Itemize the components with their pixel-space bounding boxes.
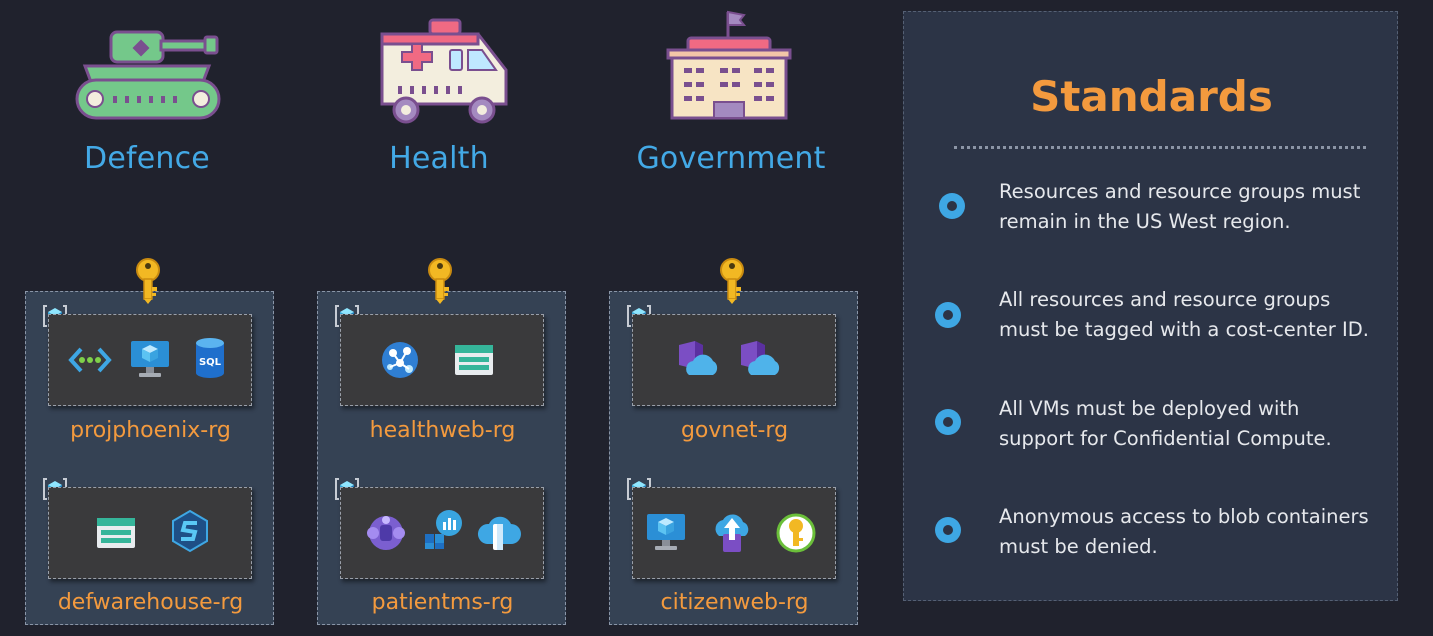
standard-item: All resources and resource groups must b… (999, 288, 1369, 341)
category-label-health: Health (389, 141, 489, 176)
key-icon (717, 257, 747, 305)
standards-title: Standards (1030, 72, 1273, 121)
resource-group-box-patientms[interactable] (340, 487, 544, 579)
key-vault-icon (776, 513, 816, 553)
resource-group-label: patientms-rg (371, 590, 514, 615)
bullet-icon (939, 193, 965, 219)
cloud-service-icon (679, 341, 718, 375)
sql-database-icon: SQL (196, 338, 224, 378)
api-connection-icon (477, 516, 521, 550)
cloud-service-icon (741, 341, 780, 375)
key-icon (425, 257, 455, 305)
bullet-icon (935, 302, 961, 328)
resource-group-label: projphoenix-rg (70, 418, 231, 443)
resource-group-box-projphoenix[interactable]: SQL (48, 314, 252, 406)
resource-group-box-govnet[interactable] (632, 314, 836, 406)
standard-item: Anonymous access to blob containers must… (999, 505, 1369, 558)
resource-group-label: govnet-rg (680, 418, 789, 443)
resource-group-label: defwarehouse-rg (57, 590, 244, 615)
bullet-icon (935, 517, 961, 543)
api-management-icon (382, 342, 418, 378)
resource-group-box-defwarehouse[interactable] (48, 487, 252, 579)
category-label-defence: Defence (84, 141, 210, 176)
teams-icon (367, 516, 405, 550)
ambulance-icon (380, 18, 508, 124)
government-building-icon (666, 10, 792, 120)
subscription-defence: SQL projphoenix-rg defwarehouse-rg (25, 291, 274, 625)
bullet-icon (935, 409, 961, 435)
resource-group-label: citizenweb-rg (660, 590, 809, 615)
virtual-network-icon (68, 347, 112, 373)
divider (954, 146, 1366, 149)
category-label-government: Government (636, 141, 826, 176)
standard-item: Resources and resource groups must remai… (999, 180, 1361, 233)
storage-account-icon (97, 518, 135, 548)
standard-item: All VMs must be deployed with support fo… (999, 397, 1332, 450)
standards-panel: Standards Resources and resource groups … (903, 11, 1398, 601)
subscription-health: healthweb-rg patientms-rg (317, 291, 566, 625)
upload-service-icon (715, 514, 749, 552)
resource-group-box-citizenweb[interactable] (632, 487, 836, 579)
resource-group-label: healthweb-rg (369, 418, 516, 443)
storage-account-icon (455, 345, 493, 375)
subscription-government: govnet-rg citizenweb-rg (609, 291, 858, 625)
resource-group-box-healthweb[interactable] (340, 314, 544, 406)
key-icon (133, 257, 163, 305)
power-bi-icon (425, 510, 462, 549)
synapse-analytics-icon (172, 509, 208, 553)
tank-icon (75, 30, 221, 120)
virtual-machine-icon (647, 514, 685, 550)
virtual-machine-icon (131, 341, 169, 377)
svg-text:SQL: SQL (199, 357, 222, 368)
